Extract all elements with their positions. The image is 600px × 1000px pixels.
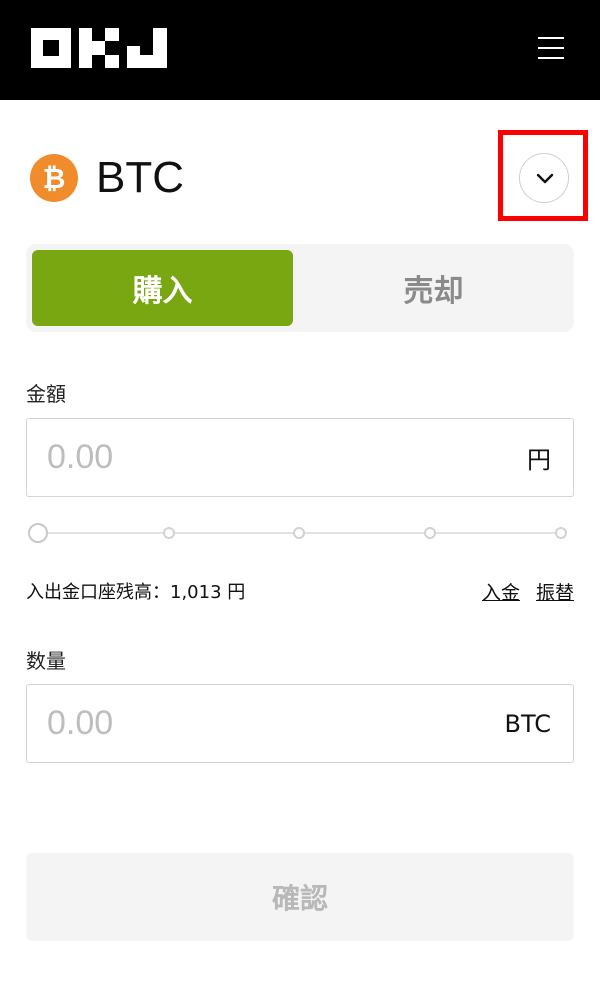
deposit-link[interactable]: 入金 <box>482 578 520 605</box>
chevron-down-icon <box>536 173 554 184</box>
top-bar <box>0 0 600 100</box>
quantity-field: BTC <box>26 684 574 763</box>
amount-label: 金額 <box>26 382 66 406</box>
okj-logo[interactable] <box>31 28 167 68</box>
slider-step-25[interactable] <box>163 527 175 539</box>
quantity-label: 数量 <box>26 649 66 673</box>
coin-dropdown-button[interactable] <box>519 153 569 203</box>
slider-step-75[interactable] <box>424 527 436 539</box>
transfer-link[interactable]: 振替 <box>536 578 574 605</box>
tab-buy[interactable]: 購入 <box>32 250 293 326</box>
amount-field: 円 <box>26 418 574 497</box>
coin-symbol: BTC <box>96 153 184 202</box>
tab-sell[interactable]: 売却 <box>303 250 564 326</box>
bitcoin-icon: ₿ <box>30 154 78 202</box>
quantity-input[interactable] <box>47 685 467 762</box>
amount-unit: 円 <box>527 446 551 474</box>
confirm-button[interactable]: 確認 <box>26 853 574 941</box>
slider-handle[interactable] <box>28 523 48 543</box>
trade-type-tabs: 購入 売却 <box>26 244 574 332</box>
quantity-unit: BTC <box>504 709 551 738</box>
slider-step-50[interactable] <box>293 527 305 539</box>
hamburger-menu-icon[interactable] <box>538 37 564 59</box>
slider-step-100[interactable] <box>555 527 567 539</box>
balance-row: 入出金口座残高：1,013 円 入金 振替 <box>26 578 574 604</box>
coin-selector: ₿ BTC <box>0 130 600 230</box>
amount-slider[interactable] <box>28 522 572 544</box>
account-balance: 入出金口座残高：1,013 円 <box>26 582 246 603</box>
amount-input[interactable] <box>47 419 467 496</box>
